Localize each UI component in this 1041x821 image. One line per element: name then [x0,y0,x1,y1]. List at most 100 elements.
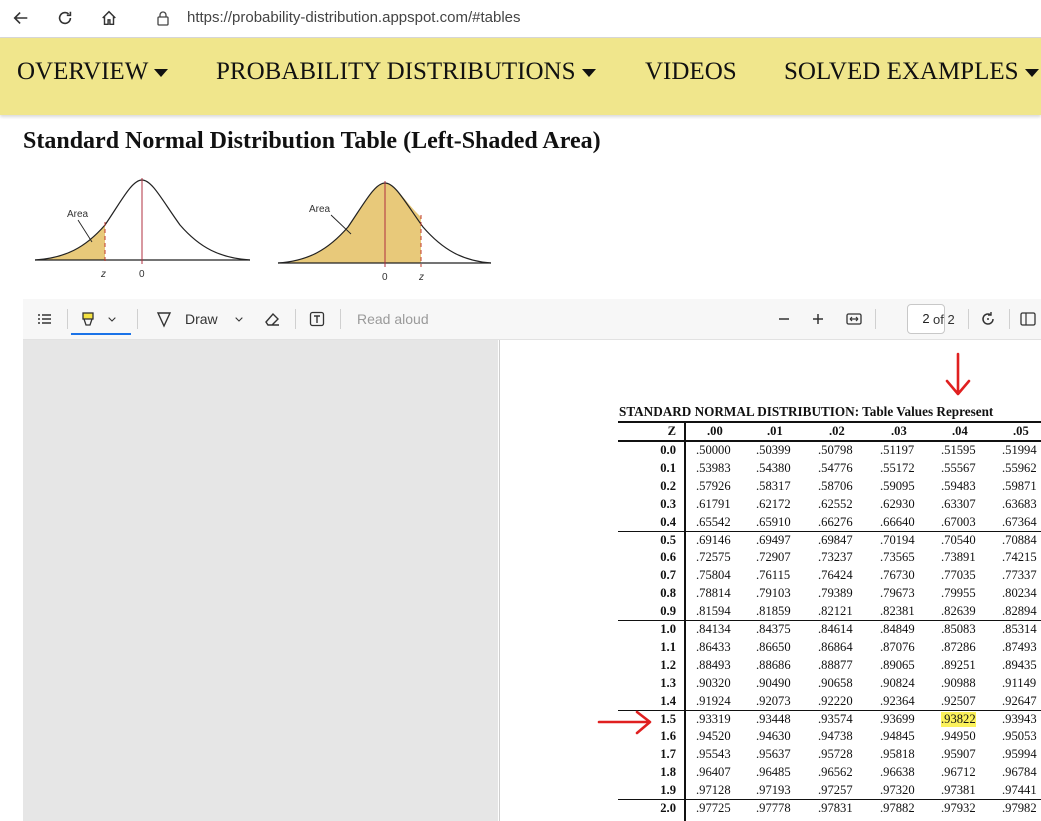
nav-probability-distributions-label: PROBABILITY DISTRIBUTIONS [216,58,576,85]
z-value: 0.2 [660,479,676,493]
z-value: 0.4 [660,515,676,529]
table-cell: .77035 [941,568,976,582]
table-cell: .62172 [756,497,791,511]
table-cell: .73237 [818,550,853,564]
table-cell: .97193 [756,783,791,797]
text-box-icon[interactable] [308,307,326,331]
table-cell: .86864 [818,640,853,654]
left-tail-curve-figure: Area z 0 [34,178,251,280]
z-value: 0.0 [660,443,676,457]
z-value: 1.1 [660,640,676,654]
table-cell: .54776 [818,461,853,475]
table-cell: .87286 [941,640,976,654]
home-icon[interactable] [94,4,124,32]
table-cell: .57926 [696,479,731,493]
table-cell: .94950 [941,729,976,743]
table-cell: .94520 [696,729,731,743]
table-cell: .66640 [880,515,915,529]
z-column-divider [684,421,686,821]
chevron-down-icon[interactable] [106,307,118,331]
z-value: 1.9 [660,783,676,797]
table-cell: .51994 [1002,443,1037,457]
table-cell: .97725 [696,801,731,815]
nav-solved-examples[interactable]: SOLVED EXAMPLES [784,58,1039,86]
table-cell: .69146 [696,533,731,547]
row-group-divider [618,620,1041,621]
column-header: .00 [707,424,723,438]
table-cell: .79673 [880,586,915,600]
table-cell: .85314 [1002,622,1037,636]
z-value: 1.3 [660,676,676,690]
table-cell: .72575 [696,550,731,564]
url-text[interactable]: https://probability-distribution.appspot… [187,9,521,26]
table-cell: .76424 [818,568,853,582]
table-cell: .97778 [756,801,791,815]
table-cell: .95543 [696,747,731,761]
area-pointer [330,214,352,235]
table-cell: .59871 [1002,479,1037,493]
reload-icon[interactable] [50,4,80,32]
table-cell: .82381 [880,604,915,618]
table-cell: .79103 [756,586,791,600]
highlighter-icon[interactable] [79,307,97,331]
table-cell: .53983 [696,461,731,475]
lock-icon[interactable] [155,10,171,26]
z-value: 1.0 [660,622,676,636]
page-view-icon[interactable] [1019,307,1037,331]
zoom-out-icon[interactable] [775,307,793,331]
table-cell: .96407 [696,765,731,779]
table-rule-top [618,421,1041,423]
table-cell: .93319 [696,712,731,726]
fit-width-icon[interactable] [845,307,863,331]
table-cell: .87493 [1002,640,1037,654]
table-cell: .84134 [696,622,731,636]
table-cell: .67003 [941,515,976,529]
table-cell: .97982 [1002,801,1037,815]
area-label: Area [309,204,331,215]
shaded-area [35,225,105,260]
table-cell: .95907 [941,747,976,761]
table-cell: .65910 [756,515,791,529]
browser-toolbar: https://probability-distribution.appspot… [0,0,1041,38]
table-cell: .89251 [941,658,976,672]
caret-down-icon [581,69,596,77]
z-value: 0.3 [660,497,676,511]
column-header: .04 [952,424,968,438]
table-cell: .69847 [818,533,853,547]
table-rule-header [618,440,1041,442]
shaded-area [278,183,421,263]
table-cell: .73891 [941,550,976,564]
table-cell: .92647 [1002,694,1037,708]
area-label: Area [67,209,89,220]
read-aloud-button[interactable]: Read aloud [357,307,429,331]
page-title: Standard Normal Distribution Table (Left… [23,128,601,154]
table-cell: .54380 [756,461,791,475]
table-cell: .95818 [880,747,915,761]
draw-pen-icon[interactable] [155,307,173,331]
table-cell: .72907 [756,550,791,564]
draw-button[interactable]: Draw [185,307,218,331]
table-cell: .89065 [880,658,915,672]
rotate-icon[interactable] [979,307,997,331]
table-cell: .75804 [696,568,731,582]
table-cell: .80234 [1002,586,1037,600]
eraser-icon[interactable] [263,307,281,331]
chevron-down-icon[interactable] [233,307,245,331]
table-cell: .86650 [756,640,791,654]
nav-overview-label: OVERVIEW [17,58,149,85]
table-cell: .97381 [941,783,976,797]
contents-list-icon[interactable] [35,307,53,331]
table-cell: .88686 [756,658,791,672]
nav-probability-distributions[interactable]: PROBABILITY DISTRIBUTIONS [216,58,596,86]
table-cell: .96784 [1002,765,1037,779]
table-cell: .91149 [1002,676,1037,690]
back-arrow-icon[interactable] [6,4,36,32]
toolbar-divider [968,309,969,329]
table-cell: .69497 [756,533,791,547]
zoom-in-icon[interactable] [809,307,827,331]
table-cell: .97320 [880,783,915,797]
nav-overview[interactable]: OVERVIEW [17,58,169,86]
table-cell: .92220 [818,694,853,708]
nav-videos[interactable]: VIDEOS [645,58,737,86]
table-cell: .63683 [1002,497,1037,511]
